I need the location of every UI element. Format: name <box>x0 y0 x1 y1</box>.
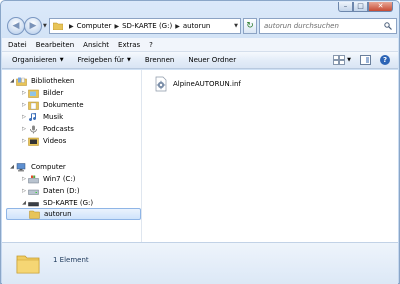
share-button[interactable]: Freigeben für ▼ <box>78 56 131 64</box>
libraries-icon <box>16 77 27 86</box>
documents-icon <box>28 101 39 110</box>
expand-arrow-icon[interactable]: ▷ <box>20 176 28 182</box>
file-item[interactable]: AlpineAUTORUN.inf <box>153 76 241 92</box>
forward-button[interactable]: ▶ <box>24 17 42 35</box>
refresh-button[interactable]: ↻ <box>243 18 257 34</box>
collapse-arrow-icon[interactable]: ◢ <box>20 200 28 206</box>
arrow-right-icon: ▶ <box>29 21 37 31</box>
tree-label-videos: Videos <box>43 137 67 145</box>
pictures-icon <box>28 89 39 98</box>
burn-button[interactable]: Brennen <box>145 56 174 64</box>
expand-arrow-icon[interactable]: ▷ <box>20 126 28 132</box>
music-icon <box>29 112 37 121</box>
expand-arrow-icon[interactable]: ▷ <box>20 188 28 194</box>
expand-arrow-icon[interactable]: ▷ <box>20 138 28 144</box>
command-bar: Organisieren ▼ Freigeben für ▼ Brennen N… <box>2 52 398 69</box>
tree-label-drive-c: Win7 (C:) <box>43 175 76 183</box>
share-label: Freigeben für <box>77 56 125 64</box>
expand-arrow-icon[interactable]: ▷ <box>20 114 28 120</box>
expand-arrow-icon[interactable]: ▷ <box>20 102 28 108</box>
tree-label-bilder: Bilder <box>43 89 64 97</box>
tree-item-libraries[interactable]: ◢ Bibliotheken <box>8 75 74 87</box>
item-count: 1 Element <box>53 256 89 264</box>
address-row: ◀ ▶ ▼ ▶ Computer ▶ SD-KARTE (G:) ▶ autor… <box>5 15 397 37</box>
tree-item-computer[interactable]: ◢ Computer <box>8 161 66 173</box>
refresh-icon: ↻ <box>246 21 254 31</box>
breadcrumb-sd-karte[interactable]: SD-KARTE (G:) <box>122 22 172 30</box>
help-icon[interactable]: ? <box>380 55 390 65</box>
menu-help[interactable]: ? <box>149 41 153 49</box>
details-pane: 1 Element <box>2 242 398 284</box>
collapse-arrow-icon[interactable]: ◢ <box>8 164 16 170</box>
new-folder-button[interactable]: Neuer Ordner <box>188 56 236 64</box>
address-history-dropdown[interactable]: ▼ <box>234 23 238 29</box>
videos-icon <box>28 137 39 146</box>
new-folder-label: Neuer Ordner <box>188 56 237 64</box>
menu-ansicht[interactable]: Ansicht <box>83 41 109 49</box>
organize-button[interactable]: Organisieren ▼ <box>12 56 64 64</box>
menu-bearbeiten[interactable]: Bearbeiten <box>36 41 74 49</box>
folder-icon <box>16 255 40 274</box>
chevron-right-icon: ▶ <box>175 22 180 30</box>
tree-label-musik: Musik <box>43 113 64 121</box>
view-controls: ▼ ? <box>333 55 390 65</box>
tree-label-autorun: autorun <box>44 210 72 218</box>
recent-pages-dropdown[interactable]: ▼ <box>43 23 47 29</box>
search-input[interactable] <box>264 22 382 30</box>
tree-label-computer: Computer <box>31 163 66 171</box>
tree-item-drive-d[interactable]: ▷ Daten (D:) <box>20 185 80 197</box>
caption-buttons: – □ ✕ <box>338 2 393 12</box>
podcasts-icon <box>30 125 37 133</box>
chevron-down-icon: ▼ <box>127 57 131 63</box>
view-options-icon[interactable] <box>333 55 345 65</box>
tree-item-dokumente[interactable]: ▷ Dokumente <box>20 99 84 111</box>
content-area: ◢ Bibliotheken ▷ Bilder ▷ Dokumente ▷ Mu… <box>2 70 398 242</box>
organize-label: Organisieren <box>12 56 57 64</box>
breadcrumb-autorun[interactable]: autorun <box>183 22 211 30</box>
settings-file-icon <box>155 76 167 92</box>
back-button[interactable]: ◀ <box>7 17 25 35</box>
folder-icon <box>53 22 63 30</box>
navigation-pane: ◢ Bibliotheken ▷ Bilder ▷ Dokumente ▷ Mu… <box>2 70 142 242</box>
search-icon[interactable] <box>384 22 392 30</box>
close-button[interactable]: ✕ <box>368 2 393 12</box>
chevron-down-icon: ▼ <box>59 57 64 63</box>
tree-label-drive-g: SD-KARTE (G:) <box>43 199 94 207</box>
burn-label: Brennen <box>144 56 175 64</box>
chevron-right-icon: ▶ <box>114 22 120 30</box>
tree-item-musik[interactable]: ▷ Musik <box>20 111 63 123</box>
folder-icon <box>29 210 40 219</box>
tree-label-dokumente: Dokumente <box>43 101 84 109</box>
file-list: AlpineAUTORUN.inf <box>143 70 398 242</box>
menu-extras[interactable]: Extras <box>118 41 140 49</box>
search-box[interactable] <box>259 18 397 34</box>
tree-item-drive-c[interactable]: ▷ Win7 (C:) <box>20 173 76 185</box>
system-drive-icon <box>28 175 39 183</box>
tree-item-autorun[interactable]: autorun <box>6 208 141 220</box>
tree-item-podcasts[interactable]: ▷ Podcasts <box>20 123 74 135</box>
explorer-window: – □ ✕ ◀ ▶ ▼ ▶ Computer ▶ SD-KARTE (G:) ▶… <box>0 0 400 284</box>
file-name: AlpineAUTORUN.inf <box>173 80 241 88</box>
tree-label-podcasts: Podcasts <box>43 125 74 133</box>
tree-item-videos[interactable]: ▷ Videos <box>20 135 66 147</box>
address-bar[interactable]: ▶ Computer ▶ SD-KARTE (G:) ▶ autorun ▼ <box>49 18 241 34</box>
tree-label-libraries: Bibliotheken <box>31 77 75 85</box>
breadcrumb-computer[interactable]: Computer <box>77 22 112 30</box>
maximize-button[interactable]: □ <box>353 2 368 12</box>
collapse-arrow-icon[interactable]: ◢ <box>8 78 16 84</box>
menu-datei[interactable]: Datei <box>8 41 27 49</box>
preview-pane-icon[interactable] <box>360 55 371 65</box>
tree-item-bilder[interactable]: ▷ Bilder <box>20 87 63 99</box>
removable-drive-icon <box>28 201 39 206</box>
minimize-button[interactable]: – <box>338 2 353 12</box>
expand-arrow-icon[interactable]: ▷ <box>20 90 28 96</box>
drive-icon <box>28 189 39 195</box>
view-dropdown-icon[interactable]: ▼ <box>347 57 351 63</box>
arrow-left-icon: ◀ <box>12 21 20 31</box>
computer-icon <box>16 162 26 171</box>
chevron-right-icon: ▶ <box>69 22 74 30</box>
tree-label-drive-d: Daten (D:) <box>43 187 80 195</box>
menu-bar: Datei Bearbeiten Ansicht Extras ? <box>2 38 398 52</box>
